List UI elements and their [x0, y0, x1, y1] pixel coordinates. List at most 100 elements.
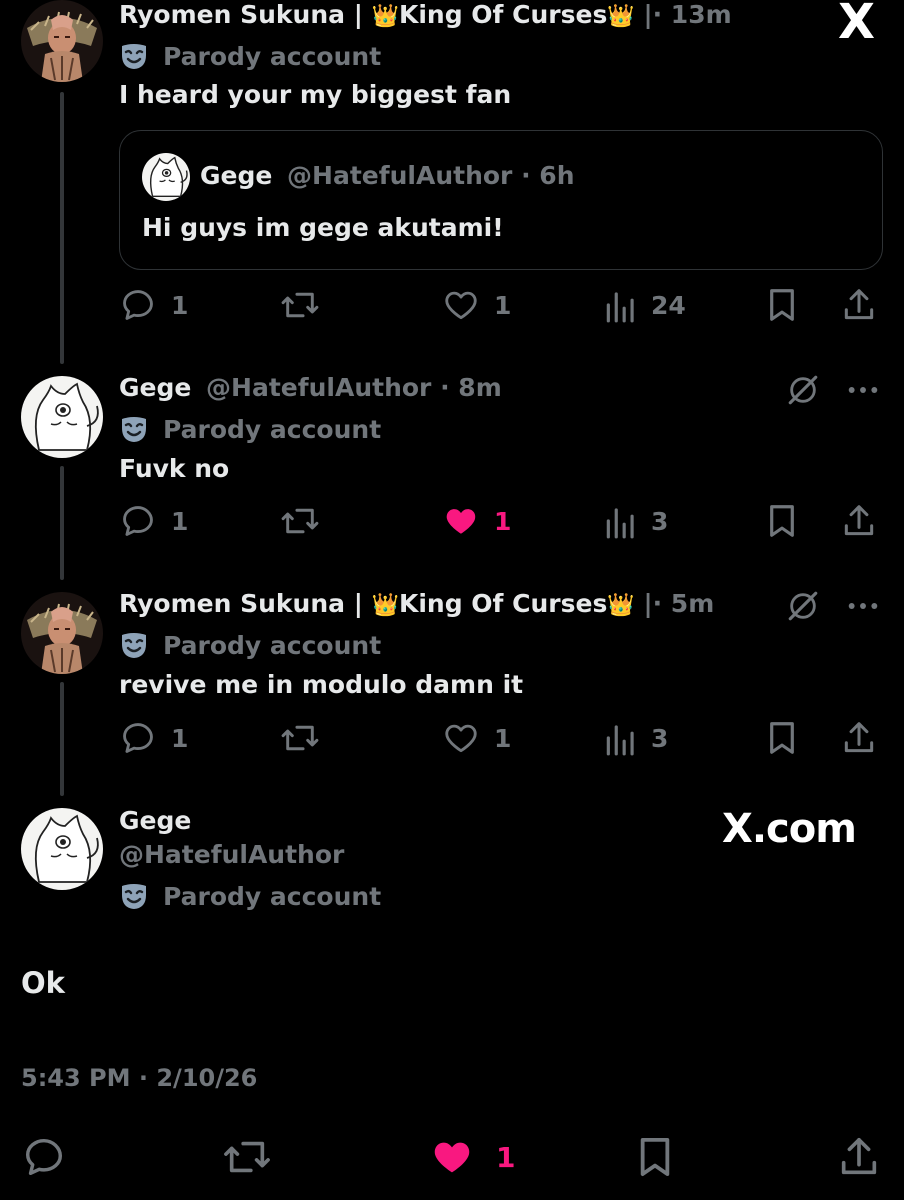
repost-icon — [281, 292, 319, 318]
author-title[interactable]: King Of Curses — [399, 589, 607, 618]
share-button[interactable] — [840, 285, 878, 325]
thread-connector — [60, 682, 64, 796]
like-button[interactable]: 1 — [428, 1134, 515, 1180]
reply-button[interactable] — [21, 1134, 67, 1180]
x-com-watermark: X.com — [722, 806, 857, 852]
post-text: Fuvk no — [119, 454, 230, 483]
like-button[interactable]: 1 — [442, 718, 511, 758]
grok-icon[interactable] — [786, 373, 820, 411]
heart-filled-icon — [434, 1142, 470, 1173]
share-icon — [844, 289, 874, 320]
more-options-icon[interactable] — [846, 378, 880, 406]
grok-icon[interactable] — [786, 589, 820, 627]
avatar-sukuna[interactable] — [21, 0, 103, 82]
views-button[interactable]: 3 — [605, 501, 668, 541]
bookmark-button[interactable] — [766, 718, 798, 758]
bookmark-icon — [770, 722, 794, 754]
quote-time[interactable]: · 6h — [521, 161, 574, 190]
heart-filled-icon — [446, 509, 476, 534]
post-timestamp[interactable]: 5:43 PM · 2/10/26 — [21, 1064, 257, 1092]
view-count: 3 — [651, 506, 669, 536]
like-count: 1 — [494, 506, 512, 536]
cat-avatar-image — [34, 814, 99, 883]
reply-button[interactable]: 1 — [119, 501, 188, 541]
share-icon — [841, 1137, 877, 1175]
parody-label: Parody account — [119, 629, 381, 663]
quote-avatar[interactable] — [142, 153, 190, 201]
parody-label-text: Parody account — [163, 631, 382, 660]
like-count: 1 — [494, 290, 512, 320]
bookmark-icon — [640, 1138, 670, 1177]
reply-count: 1 — [171, 506, 189, 536]
main-post-text: Ok — [21, 966, 65, 1000]
reply-icon — [123, 506, 153, 536]
mask-icon — [119, 41, 149, 71]
reply-icon — [123, 290, 153, 320]
reply-icon — [123, 723, 153, 753]
views-button[interactable]: 24 — [605, 285, 686, 325]
share-button[interactable] — [836, 1134, 882, 1180]
crown-emoji: 👑 — [607, 593, 635, 618]
author-name[interactable]: Ryomen Sukuna | — [119, 0, 363, 29]
repost-icon — [224, 1141, 270, 1173]
reply-button[interactable]: 1 — [119, 285, 188, 325]
post-text: I heard your my biggest fan — [119, 80, 512, 109]
heart-outline-icon — [445, 724, 477, 753]
avatar-gege[interactable] — [21, 808, 103, 890]
repost-button[interactable] — [280, 718, 334, 758]
parody-label: Parody account — [119, 40, 381, 74]
thread-connector — [60, 92, 64, 364]
post-time[interactable]: · 5m — [653, 589, 715, 618]
like-count: 1 — [494, 723, 512, 753]
repost-button[interactable] — [280, 501, 334, 541]
parody-label-text: Parody account — [163, 42, 382, 71]
parody-label-text: Parody account — [163, 882, 382, 911]
post-time[interactable]: · 8m — [440, 373, 502, 402]
views-icon — [606, 292, 634, 323]
bookmark-button[interactable] — [636, 1134, 674, 1180]
avatar-sukuna[interactable] — [21, 592, 103, 674]
quote-header: Gege @HatefulAuthor · 6h — [200, 159, 575, 193]
sukuna-avatar-image — [21, 592, 103, 674]
post-header: Gege @HatefulAuthor · 8m — [119, 371, 502, 405]
like-count: 1 — [496, 1140, 516, 1174]
author-name[interactable]: Ryomen Sukuna | — [119, 589, 363, 618]
name-separator: | — [643, 0, 653, 29]
share-button[interactable] — [840, 501, 878, 541]
author-name[interactable]: Gege — [119, 373, 191, 402]
avatar-gege[interactable] — [21, 376, 103, 458]
views-button[interactable]: 3 — [605, 718, 668, 758]
bookmark-icon — [770, 505, 794, 537]
repost-button[interactable] — [280, 285, 334, 325]
thread-connector — [60, 466, 64, 580]
share-button[interactable] — [840, 718, 878, 758]
author-title[interactable]: King Of Curses — [399, 0, 607, 29]
reply-count: 1 — [171, 290, 189, 320]
x-logo[interactable]: X — [838, 0, 875, 50]
post-time[interactable]: · 13m — [653, 0, 732, 29]
reply-count: 1 — [171, 723, 189, 753]
crown-emoji: 👑 — [607, 4, 635, 29]
author-handle[interactable]: @HatefulAuthor — [206, 373, 431, 402]
main-author-handle[interactable]: @HatefulAuthor — [119, 838, 344, 872]
reply-button[interactable]: 1 — [119, 718, 188, 758]
bookmark-button[interactable] — [766, 285, 798, 325]
parody-label-text: Parody account — [163, 415, 382, 444]
repost-button[interactable] — [222, 1134, 272, 1180]
quote-author-name[interactable]: Gege — [200, 161, 272, 190]
main-author-name[interactable]: Gege — [119, 804, 191, 838]
bookmark-button[interactable] — [766, 501, 798, 541]
quoted-post[interactable]: Gege @HatefulAuthor · 6h Hi guys im gege… — [119, 130, 883, 270]
mask-icon — [119, 630, 149, 660]
like-button[interactable]: 1 — [442, 285, 511, 325]
like-button[interactable]: 1 — [442, 501, 511, 541]
x-logo-text: X — [838, 0, 876, 50]
views-icon — [606, 725, 634, 756]
more-options-icon[interactable] — [846, 594, 880, 622]
cat-avatar-image — [149, 156, 188, 198]
quote-handle[interactable]: @HatefulAuthor — [287, 161, 512, 190]
share-icon — [844, 505, 874, 536]
repost-icon — [281, 508, 319, 534]
post-header: Ryomen Sukuna | 👑King Of Curses👑 |· 5m — [119, 587, 714, 623]
quote-text: Hi guys im gege akutami! — [142, 213, 504, 242]
